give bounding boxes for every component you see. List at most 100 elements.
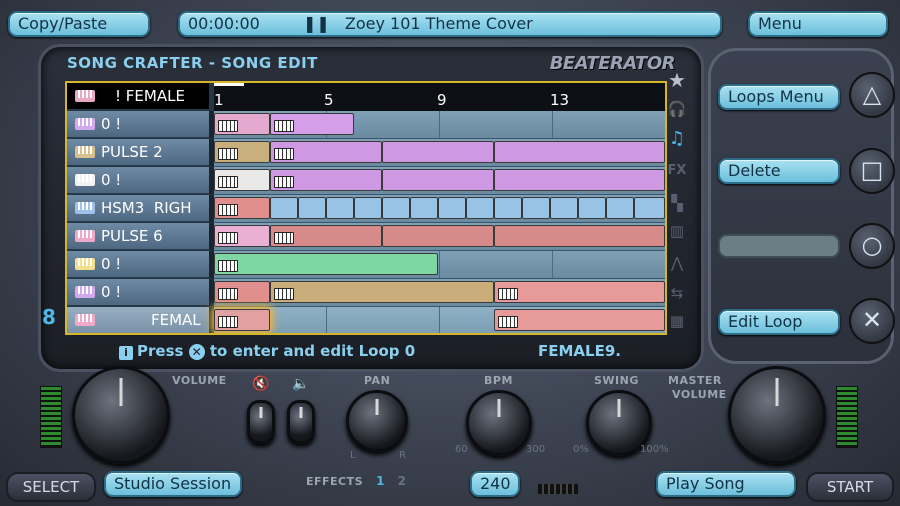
loop-block[interactable] (382, 169, 494, 191)
loop-block[interactable] (354, 197, 382, 219)
loop-block[interactable] (270, 113, 354, 135)
track-row[interactable]: 0 ! (67, 251, 665, 279)
track-row[interactable]: HSM3 RIGH (67, 195, 665, 223)
track-lane[interactable] (214, 251, 665, 279)
track-name[interactable]: HSM3 RIGH (67, 195, 209, 222)
loop-block[interactable] (214, 281, 270, 303)
track-name[interactable]: FEMAL (67, 307, 209, 333)
track-lane[interactable] (214, 279, 665, 307)
track-row[interactable]: PULSE 6 (67, 223, 665, 251)
square-button[interactable]: □ (849, 148, 895, 194)
track-name[interactable]: 0 ! (67, 251, 209, 278)
loop-icon (218, 120, 238, 132)
loop-block[interactable] (382, 141, 494, 163)
loop-block[interactable] (550, 197, 578, 219)
loop-block[interactable] (214, 169, 270, 191)
copy-paste-button[interactable]: Copy/Paste (8, 11, 150, 37)
loop-block[interactable] (270, 169, 382, 191)
loop-block[interactable] (270, 197, 298, 219)
loop-block[interactable] (634, 197, 665, 219)
loop-block[interactable] (214, 253, 438, 275)
loop-block[interactable] (382, 197, 410, 219)
loop-block[interactable] (214, 141, 270, 163)
loop-block[interactable] (494, 197, 522, 219)
track-lane[interactable] (214, 139, 665, 167)
mute-toggle[interactable] (247, 400, 275, 444)
loop-block[interactable] (438, 197, 466, 219)
circle-button[interactable]: ○ (849, 223, 895, 269)
track-row[interactable]: 0 ! (67, 279, 665, 307)
drum-icon (75, 202, 95, 214)
master-volume-knob[interactable] (728, 366, 826, 464)
song-grid[interactable]: 1 5 9 13 ! FEMALE 0 ! PULSE 2 0 ! HSM3 R… (65, 81, 667, 335)
effects-2[interactable]: 2 (398, 474, 406, 488)
loop-block[interactable] (578, 197, 606, 219)
delete-button[interactable]: Delete (718, 158, 840, 184)
piano-icon (75, 230, 95, 242)
track-row-selected[interactable]: FEMAL (67, 307, 665, 333)
loop-block[interactable] (522, 197, 550, 219)
loop-block[interactable] (270, 141, 382, 163)
drum-pad-icon[interactable]: ▚ (666, 194, 688, 216)
track-lane[interactable] (214, 111, 665, 139)
loop-block[interactable] (270, 281, 494, 303)
track-name[interactable]: ! FEMALE (67, 83, 209, 110)
triangle-button[interactable]: △ (849, 72, 895, 118)
swing-min-label: 0% (573, 444, 589, 455)
loop-block[interactable] (494, 169, 665, 191)
bars-icon[interactable]: ▥ (666, 222, 688, 244)
music-note-icon[interactable]: ♫ (666, 128, 688, 150)
track-row[interactable]: 0 ! (67, 167, 665, 195)
track-name[interactable]: PULSE 2 (67, 139, 209, 166)
loop-block[interactable] (214, 225, 270, 247)
select-button[interactable]: SELECT (6, 472, 96, 502)
track-row[interactable]: ! FEMALE (67, 83, 665, 111)
studio-session-button[interactable]: Studio Session (104, 471, 242, 497)
effects-1[interactable]: 1 (376, 474, 384, 488)
play-song-button[interactable]: Play Song (656, 471, 796, 497)
loop-block[interactable] (494, 141, 665, 163)
track-name[interactable]: 0 ! (67, 111, 209, 138)
edit-loop-button[interactable]: Edit Loop (718, 309, 840, 335)
headphones-icon[interactable]: 🎧 (666, 100, 688, 122)
loop-block[interactable] (466, 197, 494, 219)
loop-icon (218, 260, 238, 272)
track-name[interactable]: PULSE 6 (67, 223, 209, 250)
solo-toggle[interactable] (287, 400, 315, 444)
menu-button[interactable]: Menu (748, 11, 888, 37)
track-name[interactable]: 0 ! (67, 167, 209, 194)
volume-knob[interactable] (72, 366, 170, 464)
effects-selector[interactable]: EFFECTS 1 2 (306, 470, 406, 489)
cross-button[interactable]: ✕ (849, 298, 895, 344)
loop-block[interactable] (214, 113, 270, 135)
bpm-knob[interactable] (466, 390, 532, 456)
track-lane[interactable] (214, 195, 665, 223)
loop-block[interactable] (410, 197, 438, 219)
loop-block[interactable] (298, 197, 326, 219)
loop-block[interactable] (270, 225, 382, 247)
start-button[interactable]: START (806, 472, 894, 502)
wave-icon[interactable]: ⋀ (666, 254, 688, 276)
track-lane[interactable] (214, 307, 665, 333)
track-lane[interactable] (214, 167, 665, 195)
star-icon[interactable]: ★ (666, 68, 688, 92)
loop-icon-side[interactable]: ⇆ (666, 284, 688, 306)
loop-block[interactable] (326, 197, 354, 219)
fx-icon[interactable]: FX (666, 163, 688, 185)
loop-block[interactable] (606, 197, 634, 219)
loop-icon (218, 204, 238, 216)
loop-block[interactable] (494, 309, 665, 331)
loops-menu-button[interactable]: Loops Menu (718, 84, 840, 110)
loop-icon (498, 316, 518, 328)
pan-knob[interactable] (346, 390, 408, 452)
loop-block[interactable] (494, 281, 665, 303)
loop-block[interactable] (214, 197, 270, 219)
track-lane[interactable] (214, 223, 665, 251)
loop-block-selected[interactable] (214, 309, 270, 331)
track-name[interactable]: 0 ! (67, 279, 209, 306)
grid-icon[interactable]: ▦ (666, 312, 688, 334)
track-row[interactable]: PULSE 2 (67, 139, 665, 167)
track-row[interactable]: 0 ! (67, 111, 665, 139)
loop-block[interactable] (382, 225, 494, 247)
loop-block[interactable] (494, 225, 665, 247)
